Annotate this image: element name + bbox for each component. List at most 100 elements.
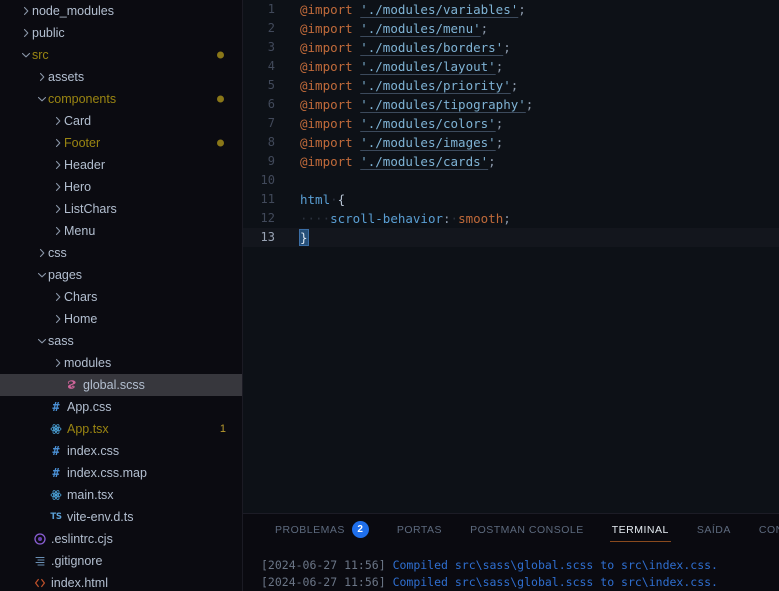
- line-number: 4: [267, 59, 275, 73]
- code-editor[interactable]: 1 @import './modules/variables'; 2 @import …: [243, 0, 779, 513]
- tree-folder-home[interactable]: Home: [0, 308, 242, 330]
- chevron-right-icon[interactable]: [36, 66, 48, 88]
- code-line[interactable]: 8 @import './modules/images';: [243, 133, 779, 152]
- tree-folder-header[interactable]: Header: [0, 154, 242, 176]
- code-token-str: './modules/menu': [360, 21, 481, 36]
- chevron-down-icon[interactable]: [36, 264, 48, 286]
- tree-folder-css[interactable]: css: [0, 242, 242, 264]
- tree-folder-modules[interactable]: modules: [0, 352, 242, 374]
- tree-folder-listchars[interactable]: ListChars: [0, 198, 242, 220]
- tree-folder-card[interactable]: Card: [0, 110, 242, 132]
- sass-icon: [64, 374, 80, 396]
- explorer-sidebar[interactable]: node_modules public src assets components Car…: [0, 0, 243, 591]
- tree-file--eslintrc-cjs[interactable]: .eslintrc.cjs: [0, 528, 242, 550]
- code-token-str: './modules/tipography': [360, 97, 526, 112]
- tree-file-index-html[interactable]: index.html: [0, 572, 242, 591]
- tree-file-index-css-map[interactable]: # index.css.map: [0, 462, 242, 484]
- terminal-output[interactable]: [2024-06-27 11:56] Compiled src\sass\glo…: [243, 545, 779, 591]
- code-line-text: @import './modules/variables';: [285, 0, 526, 19]
- code-token-punct: ;: [503, 40, 511, 55]
- tree-item-label: Chars: [64, 290, 98, 304]
- tree-folder-components[interactable]: components: [0, 88, 242, 110]
- tree-folder-assets[interactable]: assets: [0, 66, 242, 88]
- tree-folder-public[interactable]: public: [0, 22, 242, 44]
- code-token-brace: {: [337, 192, 346, 207]
- panel-tab-problemas[interactable]: PROBLEMAS 2: [261, 514, 383, 545]
- code-line[interactable]: 6 @import './modules/tipography';: [243, 95, 779, 114]
- code-line-text: @import './modules/menu';: [285, 19, 488, 38]
- code-line[interactable]: 13}: [243, 228, 779, 247]
- chevron-right-icon[interactable]: [52, 352, 64, 374]
- code-line[interactable]: 3 @import './modules/borders';: [243, 38, 779, 57]
- tree-file-app-css[interactable]: # App.css: [0, 396, 242, 418]
- chevron-right-icon[interactable]: [20, 22, 32, 44]
- chevron-down-icon[interactable]: [36, 330, 48, 352]
- code-line[interactable]: 9 @import './modules/cards';: [243, 152, 779, 171]
- chevron-down-icon[interactable]: [36, 88, 48, 110]
- react-icon: [48, 418, 64, 440]
- tree-folder-hero[interactable]: Hero: [0, 176, 242, 198]
- panel-tab-postman-console[interactable]: POSTMAN CONSOLE: [456, 514, 598, 545]
- code-token-punct: ;: [495, 59, 504, 74]
- code-token-at: @import: [300, 116, 353, 131]
- tree-item-label: sass: [48, 334, 74, 348]
- terminal-timestamp: [2024-06-27 11:56]: [261, 558, 386, 572]
- code-line[interactable]: 4 @import './modules/layout';: [243, 57, 779, 76]
- chevron-right-icon[interactable]: [52, 286, 64, 308]
- chevron-right-icon[interactable]: [52, 176, 64, 198]
- css-icon: #: [52, 444, 60, 458]
- tree-folder-src[interactable]: src: [0, 44, 242, 66]
- line-number: 7: [267, 116, 275, 130]
- panel-tab-label: PORTAS: [396, 523, 443, 536]
- chevron-right-icon[interactable]: [52, 308, 64, 330]
- tree-file-app-tsx[interactable]: App.tsx 1: [0, 418, 242, 440]
- tree-folder-node-modules[interactable]: node_modules: [0, 0, 242, 22]
- tree-item-label: App.tsx: [67, 422, 109, 436]
- code-token-str: './modules/images': [360, 135, 496, 150]
- chevron-right-icon[interactable]: [36, 242, 48, 264]
- chevron-right-icon[interactable]: [20, 0, 32, 22]
- chevron-right-icon[interactable]: [52, 198, 64, 220]
- tree-file-global-scss[interactable]: global.scss: [0, 374, 242, 396]
- panel-tab-sa-da[interactable]: SAÍDA: [683, 514, 745, 545]
- code-line[interactable]: 12 ····scroll-behavior:·smooth;: [243, 209, 779, 228]
- tree-file--gitignore[interactable]: .gitignore: [0, 550, 242, 572]
- code-line[interactable]: 10: [243, 171, 779, 190]
- code-line[interactable]: 5 @import './modules/priority';: [243, 76, 779, 95]
- code-token-punct: ;: [510, 78, 519, 93]
- code-token-str: './modules/layout': [360, 59, 496, 74]
- tree-item-label: index.css: [67, 444, 120, 458]
- panel-tab-console-de-dep[interactable]: CONSOLE DE DEP: [745, 514, 779, 545]
- tree-folder-sass[interactable]: sass: [0, 330, 242, 352]
- code-token-punct: ;: [503, 211, 511, 226]
- css-icon: #: [52, 466, 60, 480]
- tree-file-index-css[interactable]: # index.css: [0, 440, 242, 462]
- code-token-punct: ;: [480, 21, 489, 36]
- tree-folder-pages[interactable]: pages: [0, 264, 242, 286]
- panel-tab-terminal[interactable]: TERMINAL: [598, 514, 683, 545]
- code-line[interactable]: 1 @import './modules/variables';: [243, 0, 779, 19]
- panel-tab-bar[interactable]: PROBLEMAS 2 PORTAS POSTMAN CONSOLE TERMINAL S…: [243, 514, 779, 545]
- tree-item-label: .gitignore: [51, 554, 103, 568]
- tree-item-label: pages: [48, 268, 83, 282]
- tree-file-vite-env-d-ts[interactable]: TS vite-env.d.ts: [0, 506, 242, 528]
- tree-folder-chars[interactable]: Chars: [0, 286, 242, 308]
- chevron-right-icon[interactable]: [52, 220, 64, 242]
- code-token-at: @import: [300, 97, 353, 112]
- code-line-text: @import './modules/borders';: [285, 38, 511, 57]
- chevron-right-icon[interactable]: [52, 154, 64, 176]
- chevron-right-icon[interactable]: [52, 132, 64, 154]
- code-line[interactable]: 2 @import './modules/menu';: [243, 19, 779, 38]
- tree-folder-footer[interactable]: Footer: [0, 132, 242, 154]
- css-icon: #: [52, 400, 60, 414]
- chevron-right-icon[interactable]: [52, 110, 64, 132]
- code-line[interactable]: 7 @import './modules/colors';: [243, 114, 779, 133]
- panel-tab-portas[interactable]: PORTAS: [383, 514, 456, 545]
- tree-folder-menu[interactable]: Menu: [0, 220, 242, 242]
- code-line[interactable]: 11 html·{: [243, 190, 779, 209]
- chevron-down-icon[interactable]: [20, 44, 32, 66]
- tree-file-main-tsx[interactable]: main.tsx: [0, 484, 242, 506]
